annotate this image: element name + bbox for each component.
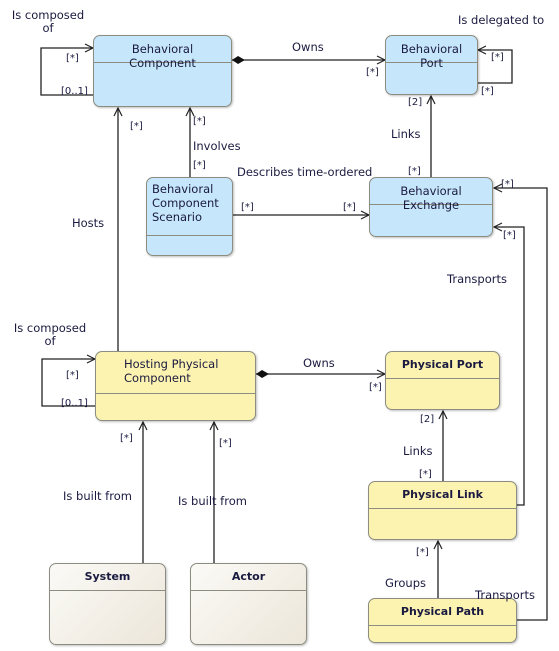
label-pl-transports: Transports: [447, 272, 507, 286]
mult: [*]: [130, 121, 143, 132]
mult: [*]: [503, 230, 516, 241]
label-groups: Groups: [385, 576, 427, 590]
mult: [*]: [343, 202, 356, 213]
label-hpc-owns: Owns: [303, 356, 335, 370]
mult: [*]: [366, 67, 379, 78]
class-title: Hosting Physical Component: [96, 352, 255, 394]
class-title: Physical Link: [369, 482, 516, 509]
label-bp-delegated: Is delegated to: [458, 13, 545, 27]
mult: [2]: [420, 414, 435, 425]
label-involves: Involves: [193, 139, 241, 153]
class-physical-path[interactable]: Physical Path: [368, 598, 517, 643]
class-title: Behavioral Component Scenario: [147, 178, 232, 236]
mult: [*]: [408, 166, 421, 177]
mult: [*]: [193, 160, 206, 171]
label-hpc-composed: Is composed of: [13, 321, 87, 348]
label-pp-transports: Transports: [475, 588, 535, 602]
label-describes: Describes time-ordered: [237, 165, 373, 179]
label-system-built: Is built from: [63, 489, 132, 503]
label-actor-built: Is built from: [178, 494, 247, 508]
label-hosts: Hosts: [72, 216, 105, 230]
edge-pp-transports: [494, 188, 548, 621]
mult: [*]: [193, 116, 206, 127]
mult: [*]: [66, 370, 79, 381]
mult: [*]: [501, 179, 514, 190]
class-behavioral-exchange[interactable]: Behavioral Exchange: [369, 177, 493, 237]
class-title: Physical Path: [369, 599, 516, 626]
class-title: Behavioral Exchange: [370, 178, 492, 212]
class-behavioral-component[interactable]: Behavioral Component: [93, 35, 232, 107]
mult: [*]: [369, 382, 382, 393]
class-physical-link[interactable]: Physical Link: [368, 481, 517, 540]
class-behavioral-component-scenario[interactable]: Behavioral Component Scenario: [146, 177, 233, 256]
mult: [*]: [416, 547, 429, 558]
class-title: Physical Port: [386, 352, 499, 379]
class-behavioral-port[interactable]: Behavioral Port: [385, 35, 478, 95]
label-bc-composed: Is composed of: [11, 8, 85, 35]
label-be-links: Links: [391, 127, 421, 141]
mult: [*]: [66, 53, 79, 64]
mult: [2]: [408, 97, 423, 108]
class-actor[interactable]: Actor: [190, 563, 307, 645]
class-system[interactable]: System: [49, 563, 166, 645]
mult: [0..1]: [61, 398, 88, 409]
mult: [*]: [219, 438, 232, 449]
mult: [*]: [120, 433, 133, 444]
class-title: Behavioral Port: [386, 36, 477, 70]
label-bc-owns: Owns: [292, 40, 324, 54]
class-title: Actor: [191, 564, 306, 591]
class-physical-port[interactable]: Physical Port: [385, 351, 500, 410]
mult: [*]: [491, 52, 504, 63]
class-title: Behavioral Component: [94, 36, 231, 70]
label-pl-links: Links: [403, 444, 433, 458]
mult: [*]: [481, 86, 494, 97]
mult: [*]: [419, 469, 432, 480]
class-title: System: [50, 564, 165, 591]
class-hosting-physical-component[interactable]: Hosting Physical Component: [95, 351, 256, 421]
mult: [*]: [241, 202, 254, 213]
mult: [0..1]: [61, 86, 88, 97]
